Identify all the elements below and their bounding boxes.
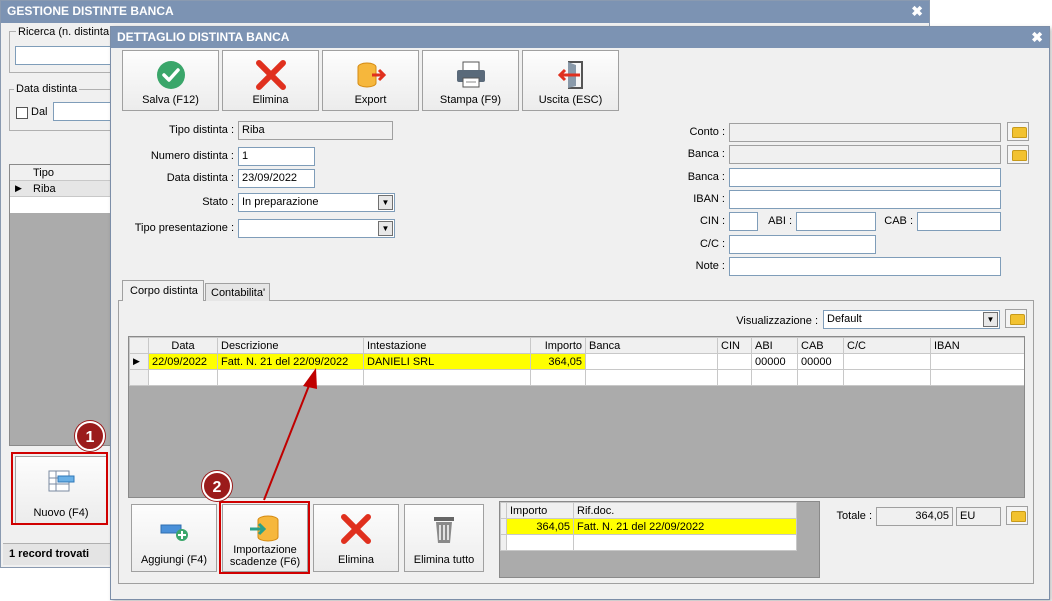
annotation-arrow <box>263 368 317 501</box>
